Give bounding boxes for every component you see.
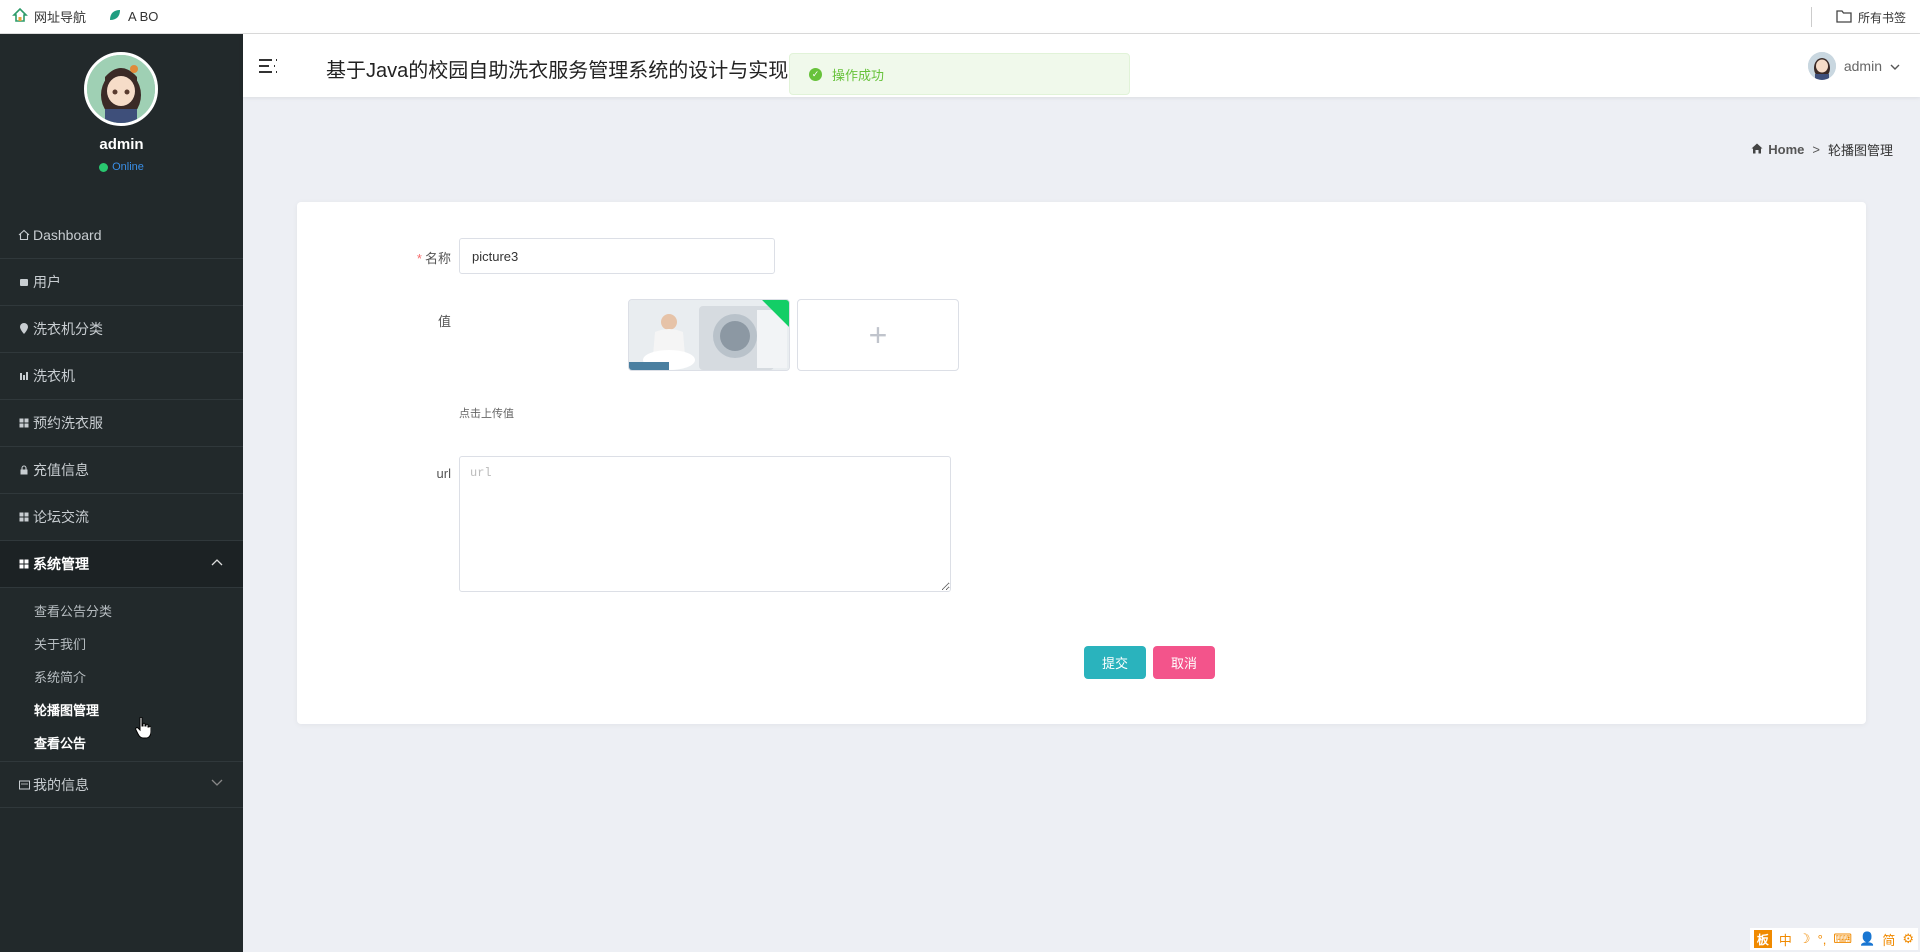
simplified-mode[interactable]: 简 bbox=[1882, 930, 1895, 949]
leaf-icon bbox=[108, 8, 122, 25]
keyboard-icon[interactable]: ⌨ bbox=[1833, 931, 1852, 947]
lock-icon bbox=[17, 465, 31, 475]
url-textarea[interactable] bbox=[459, 456, 951, 592]
bookmark-abo[interactable]: A BO bbox=[108, 8, 158, 25]
sidebar-item-dashboard[interactable]: Dashboard bbox=[0, 212, 243, 259]
sidebar-menu: Dashboard 用户 洗衣机分类 洗衣机 预约洗衣服 充值信息 论坛交流 系… bbox=[0, 212, 243, 808]
user-avatar bbox=[1807, 52, 1836, 80]
sidebar-item-label: 系统管理 bbox=[33, 556, 89, 572]
required-asterisk: * bbox=[416, 251, 422, 266]
plus-icon: + bbox=[868, 316, 888, 353]
sidebar-item-my-info[interactable]: 我的信息 bbox=[0, 761, 243, 808]
home-icon bbox=[1751, 142, 1763, 157]
submenu-item-label: 轮播图管理 bbox=[34, 703, 100, 718]
sidebar-item-label: 洗衣机 bbox=[33, 368, 75, 384]
page-title: 基于Java的校园自助洗衣服务管理系统的设计与实现 bbox=[326, 60, 789, 82]
sidebar-item-label: 用户 bbox=[33, 274, 61, 290]
bar-chart-icon bbox=[17, 371, 31, 381]
submenu-item-about-us[interactable]: 关于我们 bbox=[0, 627, 243, 660]
house-icon bbox=[12, 7, 28, 26]
grid-icon bbox=[17, 418, 31, 428]
avatar[interactable] bbox=[84, 52, 158, 126]
chevron-down-icon bbox=[1890, 58, 1900, 74]
sidebar-item-forum[interactable]: 论坛交流 bbox=[0, 494, 243, 541]
sidebar-item-reservation[interactable]: 预约洗衣服 bbox=[0, 400, 243, 447]
user-dropdown[interactable]: admin bbox=[1807, 52, 1900, 80]
toast-message: 操作成功 bbox=[832, 67, 885, 83]
sidebar-item-label: 预约洗衣服 bbox=[33, 415, 103, 431]
bookmark-divider bbox=[1811, 7, 1812, 27]
map-pin-icon bbox=[17, 323, 31, 335]
ime-logo-icon[interactable]: 板 bbox=[1753, 930, 1772, 948]
sidebar-item-recharge[interactable]: 充值信息 bbox=[0, 447, 243, 494]
carousel-form-card: *名称 值 + 点击上传值 url 提交 取消 bbox=[297, 202, 1866, 724]
sidebar-item-washer-category[interactable]: 洗衣机分类 bbox=[0, 306, 243, 353]
grid-icon bbox=[17, 512, 31, 522]
submenu-item-label: 查看公告分类 bbox=[34, 604, 113, 619]
submenu-item-label: 系统简介 bbox=[34, 670, 87, 685]
breadcrumb-current: 轮播图管理 bbox=[1827, 143, 1893, 158]
name-input[interactable] bbox=[459, 238, 775, 274]
cancel-button[interactable]: 取消 bbox=[1153, 646, 1215, 679]
menu-toggle-icon[interactable] bbox=[257, 55, 279, 77]
success-toast: ✓ 操作成功 bbox=[789, 53, 1130, 95]
submit-button[interactable]: 提交 bbox=[1084, 646, 1146, 679]
all-bookmarks-button[interactable]: 所有书签 bbox=[1836, 0, 1906, 34]
submenu-item-label: 查看公告 bbox=[34, 736, 87, 751]
user-name: admin bbox=[1843, 58, 1882, 74]
home-icon bbox=[17, 229, 31, 241]
folder-icon bbox=[1836, 9, 1852, 26]
bookmark-nav[interactable]: 网址导航 bbox=[12, 7, 86, 26]
uploaded-image-thumbnail[interactable] bbox=[628, 299, 790, 371]
bookmark-bar: 网址导航 A BO 所有书签 bbox=[0, 0, 1920, 34]
submenu-item-system-intro[interactable]: 系统简介 bbox=[0, 660, 243, 693]
system-submenu: 查看公告分类 关于我们 系统简介 轮播图管理 查看公告 bbox=[0, 588, 243, 761]
user-square-icon bbox=[17, 277, 31, 287]
breadcrumb: Home > 轮播图管理 bbox=[1751, 140, 1893, 159]
sidebar-item-label: 充值信息 bbox=[33, 462, 89, 478]
sidebar-item-washer[interactable]: 洗衣机 bbox=[0, 353, 243, 400]
breadcrumb-separator: > bbox=[1812, 142, 1820, 157]
punctuation-icon[interactable]: °, bbox=[1818, 932, 1827, 947]
check-circle-icon: ✓ bbox=[809, 67, 822, 81]
status-label: Online bbox=[112, 161, 144, 173]
name-label: * 名称 bbox=[397, 248, 451, 267]
submenu-item-label: 关于我们 bbox=[34, 637, 87, 652]
bookmark-label: A BO bbox=[128, 9, 159, 24]
breadcrumb-home[interactable]: Home bbox=[1751, 142, 1804, 157]
sidebar-item-users[interactable]: 用户 bbox=[0, 259, 243, 306]
sidebar-item-label: 论坛交流 bbox=[33, 509, 89, 525]
chevron-down-icon bbox=[211, 776, 223, 790]
settings-icon[interactable]: ⚙ bbox=[1902, 931, 1914, 947]
id-card-icon bbox=[17, 780, 31, 790]
online-dot-icon bbox=[99, 162, 109, 172]
sidebar-item-label: 洗衣机分类 bbox=[33, 321, 103, 337]
submenu-item-notice-category[interactable]: 查看公告分类 bbox=[0, 594, 243, 627]
name-label-text: 名称 bbox=[424, 251, 451, 266]
user-status: Online bbox=[0, 161, 243, 173]
ime-chinese-mode[interactable]: 中 bbox=[1779, 930, 1792, 949]
grid-icon bbox=[17, 559, 31, 569]
submenu-item-carousel[interactable]: 轮播图管理 bbox=[0, 693, 243, 726]
moon-icon[interactable]: ☽ bbox=[1799, 931, 1811, 947]
sidebar-item-label: Dashboard bbox=[33, 227, 102, 243]
sidebar-user-name: admin bbox=[99, 136, 144, 153]
value-label: 值 bbox=[437, 314, 451, 329]
user-icon[interactable]: 👤 bbox=[1859, 931, 1875, 947]
chevron-up-icon bbox=[211, 555, 223, 569]
sidebar-item-label: 我的信息 bbox=[33, 776, 89, 793]
sidebar-item-system[interactable]: 系统管理 bbox=[0, 541, 243, 588]
bookmark-label: 网址导航 bbox=[34, 10, 87, 25]
upload-add-button[interactable]: + bbox=[797, 299, 959, 371]
url-label: url bbox=[436, 466, 451, 481]
sidebar: admin Online Dashboard 用户 洗衣机分类 洗衣机 预约洗衣… bbox=[0, 34, 243, 952]
hand-cursor-icon bbox=[135, 716, 152, 739]
breadcrumb-home-label: Home bbox=[1768, 142, 1805, 157]
submenu-item-notices[interactable]: 查看公告 bbox=[0, 726, 243, 759]
all-bookmarks-label: 所有书签 bbox=[1857, 10, 1906, 25]
ime-toolbar: 板 中 ☽ °, ⌨ 👤 简 ⚙ bbox=[1749, 928, 1918, 950]
upload-tip: 点击上传值 bbox=[459, 408, 514, 420]
top-header: 基于Java的校园自助洗衣服务管理系统的设计与实现 ✓ 操作成功 admin bbox=[243, 34, 1920, 97]
